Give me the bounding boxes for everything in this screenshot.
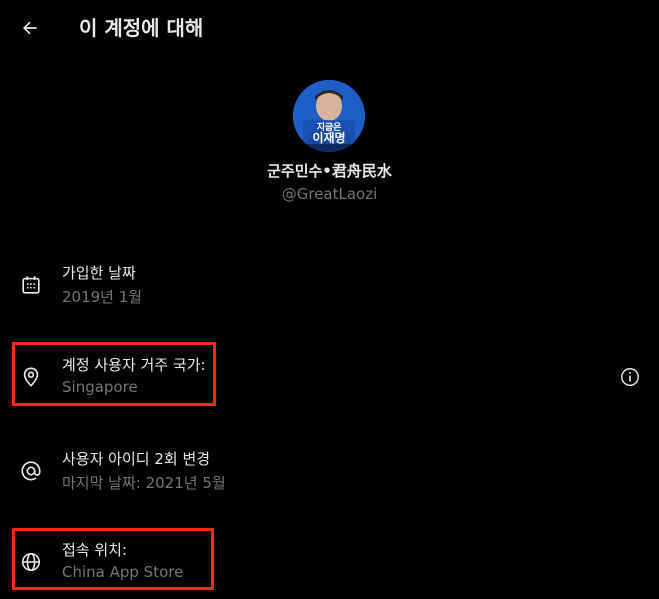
- username-changes-label: 사용자 아이디 2회 변경: [62, 450, 211, 468]
- info-circle-icon[interactable]: [619, 366, 641, 388]
- display-name: 군주민수•君舟民水: [267, 162, 392, 180]
- arrow-left-icon: [23, 21, 37, 35]
- header-bar: 이 계정에 대해: [0, 0, 659, 58]
- highlight-box-country: [12, 342, 216, 406]
- joined-value: 2019년 1월: [62, 288, 143, 306]
- avatar[interactable]: 지금은 이재명: [293, 80, 365, 152]
- avatar-image: 지금은 이재명: [293, 80, 365, 152]
- at-sign-icon: [21, 461, 41, 481]
- joined-label: 가입한 날짜: [62, 264, 136, 282]
- user-handle: @GreatLaozi: [281, 185, 378, 203]
- detail-row-username-changes: 사용자 아이디 2회 변경 마지막 날짜: 2021년 5월: [0, 448, 659, 508]
- highlight-box-connected-via: [12, 528, 214, 590]
- back-button[interactable]: [14, 12, 46, 44]
- detail-row-joined: 가입한 날짜 2019년 1월: [0, 262, 659, 322]
- username-changes-value: 마지막 날짜: 2021년 5월: [62, 474, 226, 492]
- calendar-icon: [22, 276, 40, 294]
- avatar-caption-line2: 이재명: [312, 130, 345, 145]
- page-title: 이 계정에 대해: [79, 16, 204, 40]
